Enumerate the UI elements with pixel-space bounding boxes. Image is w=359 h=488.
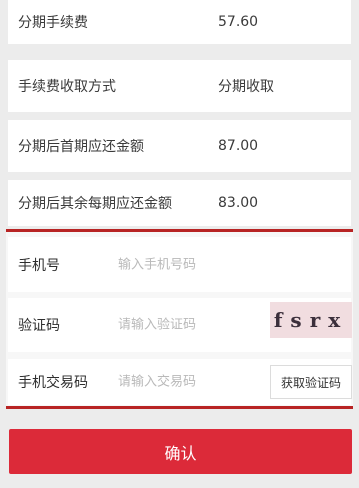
sms-code-row: 手机交易码 获取验证码 bbox=[8, 359, 352, 405]
first-payment-value: 87.00 bbox=[218, 138, 259, 154]
phone-label: 手机号 bbox=[18, 257, 60, 274]
first-payment-label: 分期后首期应还金额 bbox=[18, 139, 144, 155]
first-payment-row: 分期后首期应还金额 87.00 bbox=[8, 120, 351, 172]
confirm-button[interactable]: 确认 bbox=[9, 429, 352, 474]
fee-collection-method-label: 手续费收取方式 bbox=[18, 79, 116, 95]
sms-code-input[interactable] bbox=[118, 374, 258, 390]
phone-input[interactable] bbox=[118, 257, 258, 272]
remaining-payment-value: 83.00 bbox=[218, 195, 259, 211]
fee-collection-method-value: 分期收取 bbox=[218, 79, 274, 95]
installment-fee-row: 分期手续费 57.60 bbox=[8, 0, 351, 44]
phone-row: 手机号 bbox=[8, 237, 351, 292]
sms-code-label: 手机交易码 bbox=[18, 375, 88, 391]
captcha-image[interactable]: fsrx bbox=[270, 302, 352, 338]
remaining-payment-row: 分期后其余每期应还金额 83.00 bbox=[8, 180, 351, 226]
verification-form: 手机号 验证码 fsrx 手机交易码 获取验证码 bbox=[6, 229, 353, 409]
captcha-label: 验证码 bbox=[18, 318, 60, 334]
installment-fee-value: 57.60 bbox=[218, 14, 259, 30]
captcha-input[interactable] bbox=[118, 317, 258, 333]
remaining-payment-label: 分期后其余每期应还金额 bbox=[18, 196, 172, 212]
installment-fee-label: 分期手续费 bbox=[18, 15, 88, 31]
get-sms-code-button[interactable]: 获取验证码 bbox=[270, 365, 352, 399]
fee-collection-method-row: 手续费收取方式 分期收取 bbox=[8, 60, 351, 112]
captcha-row: 验证码 fsrx bbox=[8, 298, 352, 352]
